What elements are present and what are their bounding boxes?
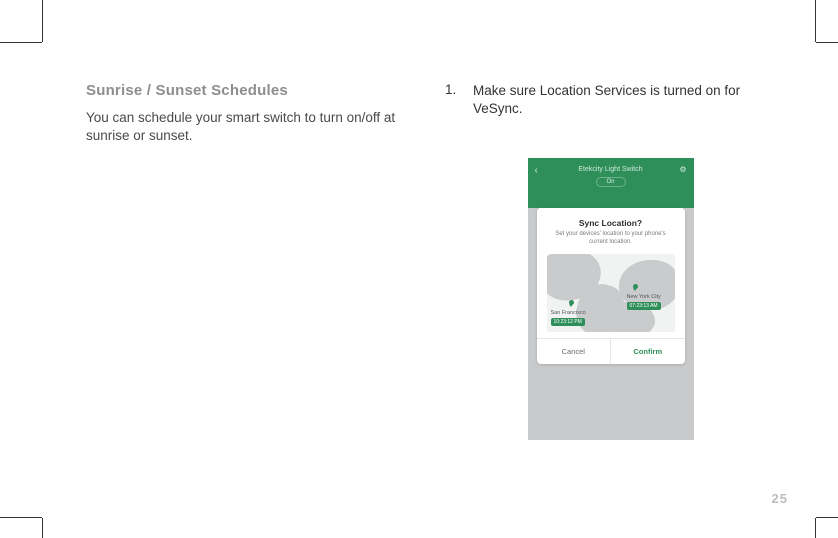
crop-mark xyxy=(42,518,43,538)
map-illustration: San Francisco 10:23:12 PM New York City … xyxy=(547,254,675,332)
page-number: 25 xyxy=(772,491,788,506)
step-text: Make sure Location Services is turned on… xyxy=(473,82,776,118)
sync-location-dialog: Sync Location? Set your devices' locatio… xyxy=(537,208,685,364)
step-number: 1. xyxy=(445,82,459,118)
crop-mark xyxy=(0,42,42,43)
page-content: Sunrise / Sunset Schedules You can sched… xyxy=(42,42,816,518)
crop-mark xyxy=(816,517,838,518)
dialog-actions: Cancel Confirm xyxy=(537,338,685,364)
crop-mark xyxy=(816,42,838,43)
left-column: Sunrise / Sunset Schedules You can sched… xyxy=(86,82,417,440)
cancel-button[interactable]: Cancel xyxy=(537,339,612,364)
map-pin-icon xyxy=(569,300,574,305)
device-status: On xyxy=(596,177,626,187)
dialog-title: Sync Location? xyxy=(547,218,675,228)
step-1: 1. Make sure Location Services is turned… xyxy=(445,82,776,118)
crop-mark xyxy=(815,0,816,42)
dialog-subtitle: Set your devices' location to your phone… xyxy=(547,231,675,246)
crop-mark xyxy=(815,518,816,538)
confirm-button[interactable]: Confirm xyxy=(611,339,685,364)
city-time-sf: 10:23:12 PM xyxy=(551,318,585,326)
back-icon[interactable]: ‹ xyxy=(535,165,538,176)
phone-screenshot: ‹ Etekcity Light Switch ⚙ On Sync Locati… xyxy=(528,158,694,440)
map-pin-icon xyxy=(633,284,638,289)
section-body: You can schedule your smart switch to tu… xyxy=(86,109,417,145)
crop-mark xyxy=(42,0,43,42)
crop-mark xyxy=(0,517,42,518)
app-header: ‹ Etekcity Light Switch ⚙ On xyxy=(528,158,694,208)
gear-icon[interactable]: ⚙ xyxy=(679,165,686,174)
section-heading: Sunrise / Sunset Schedules xyxy=(86,82,417,99)
right-column: 1. Make sure Location Services is turned… xyxy=(445,82,776,440)
city-label-sf: San Francisco xyxy=(551,310,586,316)
app-title: Etekcity Light Switch xyxy=(528,158,694,173)
city-time-ny: 07:23:13 AM xyxy=(627,302,661,310)
city-label-ny: New York City xyxy=(627,294,661,300)
